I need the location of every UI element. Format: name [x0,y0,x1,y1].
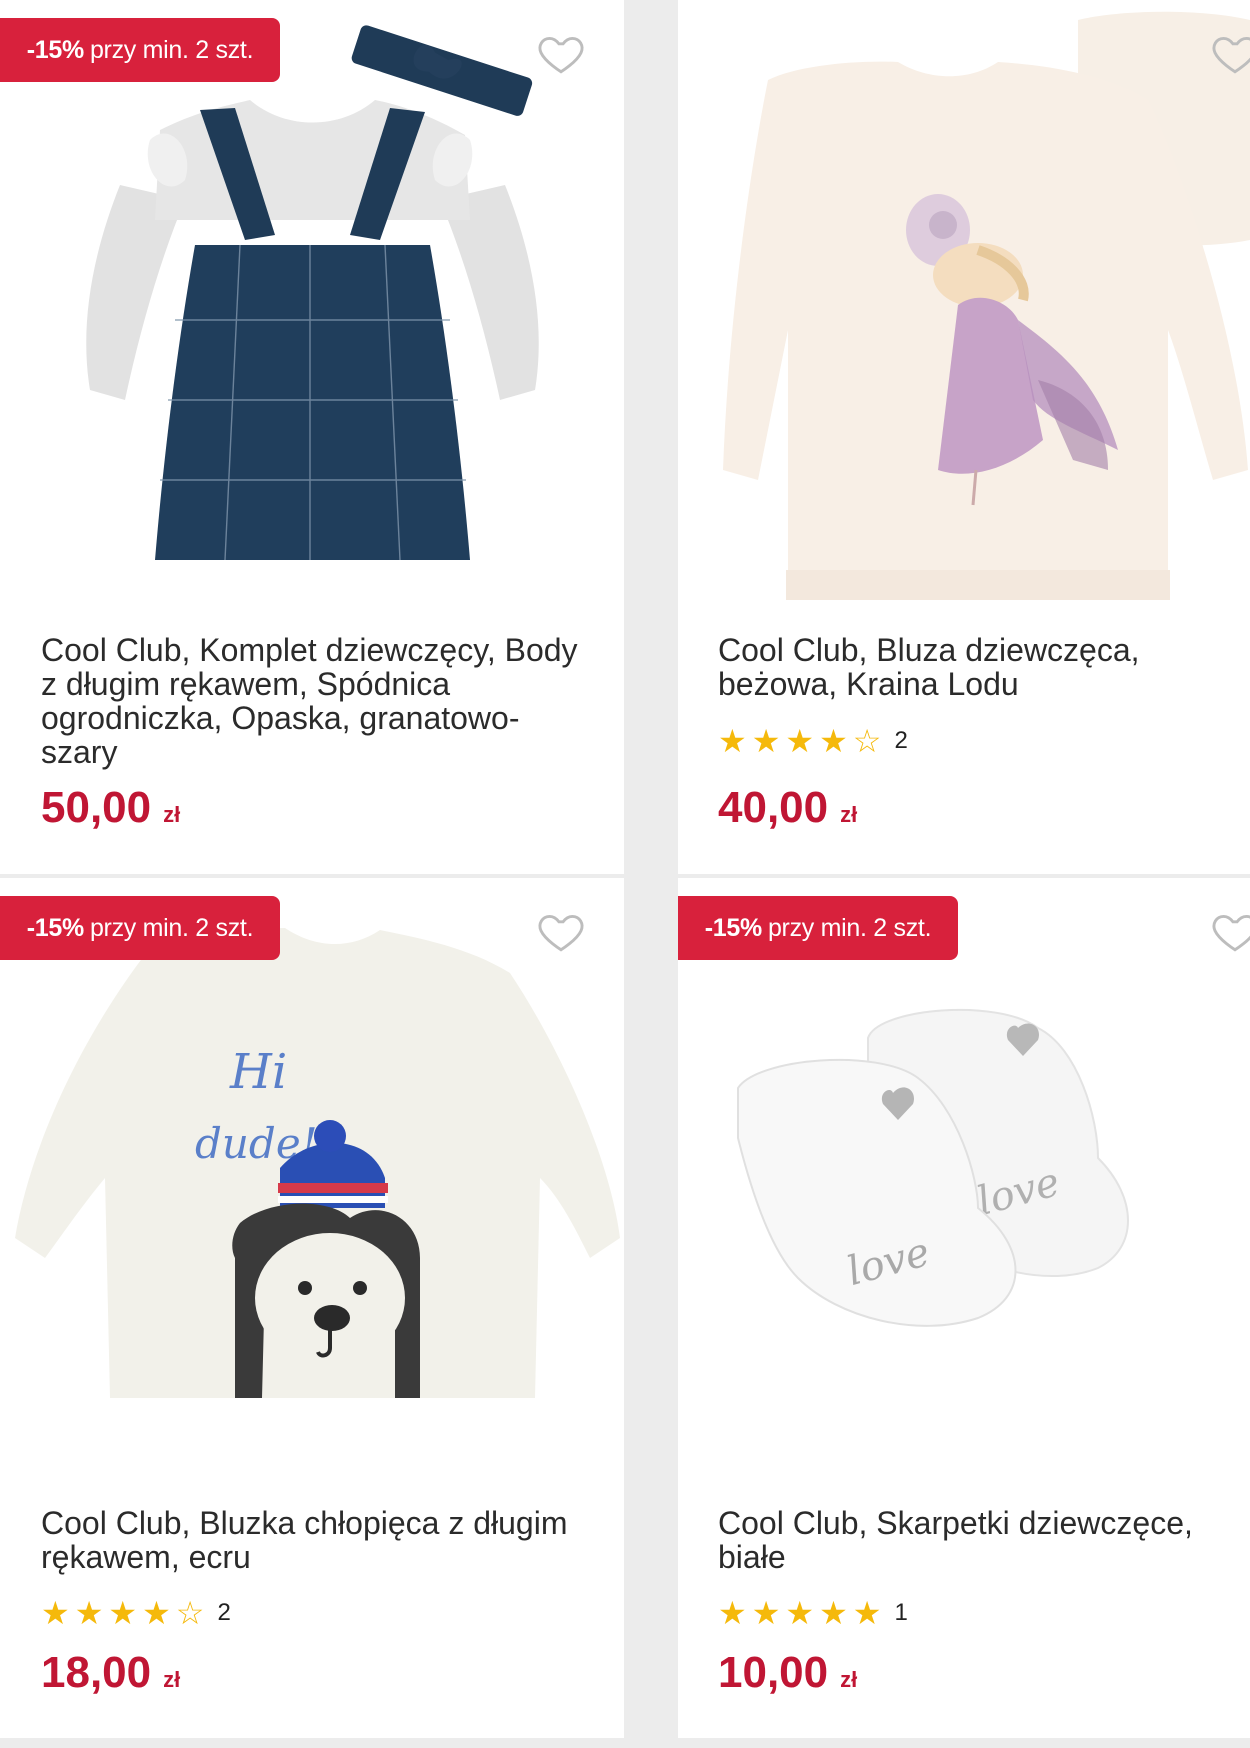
product-image[interactable] [678,0,1250,620]
promo-badge-text: przy min. 2 szt. [767,913,932,942]
star-empty-icon: ☆ [175,1595,205,1631]
heart-icon[interactable] [1210,28,1250,78]
star-full-icon: ★ [751,1595,781,1631]
product-rating: ★ ★ ★ ★ ☆ 2 [718,725,908,757]
product-title[interactable]: Cool Club, Bluza dziewczęca, beżowa, Kra… [718,633,1220,701]
promo-badge-percent: -15% [26,913,84,942]
product-price: 18,00 zł [41,1648,180,1698]
price-value: 40,00 [718,783,829,832]
price-value: 10,00 [718,1648,829,1697]
star-full-icon: ★ [108,1595,138,1631]
product-price: 40,00 zł [718,783,857,833]
review-count: 2 [894,727,908,754]
star-full-icon: ★ [819,723,848,759]
star-full-icon: ★ [142,1595,171,1631]
star-empty-icon: ☆ [852,723,882,759]
price-currency: zł [163,1667,181,1692]
star-full-icon: ★ [785,1595,815,1631]
product-card[interactable]: Hi dude! -15% przy min. 2 szt. Cool Club… [0,878,624,1738]
star-full-icon: ★ [819,1595,848,1631]
product-title[interactable]: Cool Club, Komplet dziewczęcy, Body z dł… [41,633,580,769]
product-title[interactable]: Cool Club, Bluzka chłopięca z długim ręk… [41,1506,580,1574]
star-full-icon: ★ [718,723,747,759]
promo-badge-percent: -15% [26,35,84,64]
price-currency: zł [163,802,181,827]
promo-badge-text: przy min. 2 szt. [89,913,254,942]
product-card[interactable]: love love -15% przy min. 2 szt. Cool Clu… [678,878,1250,1738]
heart-icon[interactable] [536,28,586,78]
star-full-icon: ★ [718,1595,747,1631]
price-currency: zł [840,802,858,827]
product-image[interactable]: love love [678,878,1250,1498]
star-full-icon: ★ [74,1595,104,1631]
promo-badge: -15% przy min. 2 szt. [0,896,280,960]
product-image[interactable] [0,0,624,620]
product-rating: ★ ★ ★ ★ ★ 1 [718,1597,908,1629]
star-full-icon: ★ [751,723,781,759]
svg-text:Hi: Hi [229,1044,287,1100]
price-value: 18,00 [41,1648,152,1697]
star-full-icon: ★ [852,1595,882,1631]
review-count: 2 [217,1599,231,1626]
promo-badge: -15% przy min. 2 szt. [0,18,280,82]
product-image[interactable]: Hi dude! [0,878,624,1498]
star-full-icon: ★ [785,723,815,759]
promo-badge: -15% przy min. 2 szt. [678,896,958,960]
review-count: 1 [894,1599,908,1626]
price-value: 50,00 [41,783,152,832]
promo-badge-text: przy min. 2 szt. [89,35,254,64]
heart-icon[interactable] [1210,906,1250,956]
star-full-icon: ★ [41,1595,70,1631]
promo-badge-percent: -15% [704,913,762,942]
product-price: 10,00 zł [718,1648,857,1698]
price-currency: zł [840,1667,858,1692]
product-card[interactable]: -15% przy min. 2 szt. Cool Club, Komplet… [0,0,624,874]
product-card[interactable]: Cool Club, Bluza dziewczęca, beżowa, Kra… [678,0,1250,874]
heart-icon[interactable] [536,906,586,956]
product-title[interactable]: Cool Club, Skarpetki dziewczęce, białe [718,1506,1220,1574]
product-price: 50,00 zł [41,783,180,833]
product-rating: ★ ★ ★ ★ ☆ 2 [41,1597,231,1629]
